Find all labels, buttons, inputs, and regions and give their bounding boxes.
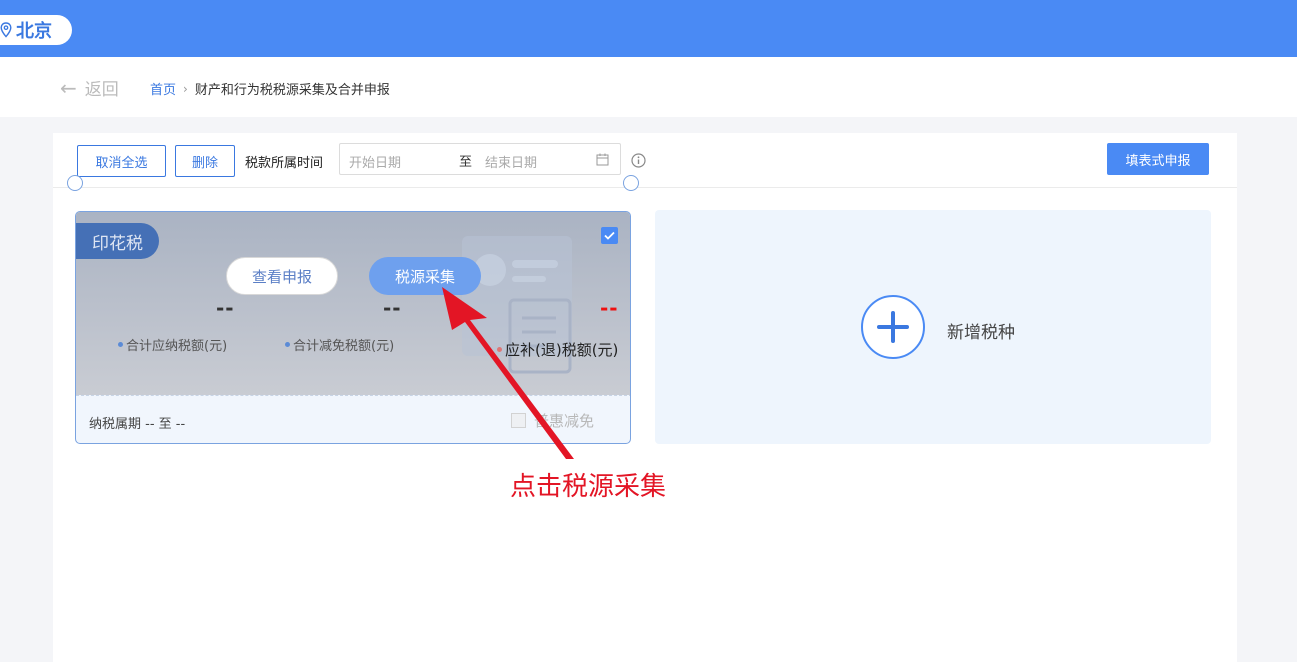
end-date-input[interactable]: 结束日期	[485, 152, 537, 171]
reduction-amount-label: 合计减免税额(元)	[285, 335, 394, 354]
check-icon	[604, 231, 615, 240]
back-button[interactable]: ← 返回	[60, 75, 119, 101]
toolbar: 取消全选 删除 税款所属时间 开始日期 至 结束日期 填表式申报	[53, 133, 1237, 188]
date-range-separator: 至	[459, 155, 473, 170]
location-pin-icon	[0, 22, 12, 38]
tax-card-stamp-duty[interactable]: 印花税 查看申报 税源采集 -- -- -- 合计应纳税额(元) 合计减免税额(…	[75, 211, 631, 444]
nav-bar: ← 返回 首页 › 财产和行为税税源采集及合并申报	[0, 57, 1297, 117]
card-notch-right	[623, 175, 639, 191]
top-bar: 北京	[0, 0, 1297, 57]
card-divider	[76, 395, 630, 396]
add-plus-icon[interactable]	[861, 295, 925, 359]
add-tax-type-label: 新增税种	[947, 323, 1015, 343]
annotation-text: 点击税源采集	[510, 472, 667, 502]
card-select-checkbox[interactable]	[601, 227, 618, 244]
payable-amount-text: 合计应纳税额(元)	[126, 339, 228, 354]
back-arrow-icon: ←	[60, 75, 77, 100]
delete-button[interactable]: 删除	[175, 145, 235, 177]
deselect-all-button[interactable]: 取消全选	[77, 145, 166, 177]
tax-source-collect-button[interactable]: 税源采集	[369, 257, 481, 295]
city-name: 北京	[16, 21, 52, 42]
city-selector[interactable]: 北京	[0, 15, 72, 45]
checkbox-box[interactable]	[511, 413, 526, 428]
bullet-dot-icon	[285, 342, 290, 347]
payable-amount-label: 合计应纳税额(元)	[118, 335, 227, 354]
card-notch-left	[67, 175, 83, 191]
tax-period-label: 税款所属时间	[245, 156, 324, 171]
start-date-input[interactable]: 开始日期	[349, 152, 401, 171]
add-tax-type-card[interactable]: 新增税种	[655, 210, 1211, 444]
tax-period-value: -- 至 --	[145, 417, 186, 432]
breadcrumb-current: 财产和行为税税源采集及合并申报	[194, 83, 390, 98]
tax-period: 纳税属期 -- 至 --	[89, 413, 185, 432]
reduction-amount-text: 合计减免税额(元)	[293, 339, 395, 354]
back-label: 返回	[84, 80, 119, 100]
calendar-icon[interactable]	[596, 153, 609, 166]
breadcrumb: 首页 › 财产和行为税税源采集及合并申报	[150, 79, 390, 99]
reduction-amount-value: --	[383, 296, 402, 320]
refund-amount-value: --	[600, 296, 619, 320]
bullet-dot-icon	[497, 347, 502, 352]
breadcrumb-home[interactable]: 首页	[150, 79, 176, 98]
breadcrumb-chevron-icon: ›	[183, 81, 188, 96]
benefit-reduction-label: 普惠减免	[534, 412, 595, 430]
tax-name-badge: 印花税	[76, 223, 159, 259]
plus-icon	[877, 311, 909, 343]
refund-amount-label: 应补(退)税额(元)	[497, 339, 618, 360]
payable-amount-value: --	[216, 296, 235, 320]
date-range-picker[interactable]: 开始日期 至 结束日期	[339, 143, 621, 175]
view-declaration-button[interactable]: 查看申报	[226, 257, 338, 295]
refund-amount-text: 应补(退)税额(元)	[505, 341, 619, 359]
fill-form-declare-button[interactable]: 填表式申报	[1107, 143, 1209, 175]
tax-period-label: 纳税属期	[89, 417, 142, 432]
info-icon[interactable]	[631, 153, 646, 168]
benefit-reduction-checkbox[interactable]: 普惠减免	[511, 410, 594, 431]
bullet-dot-icon	[118, 342, 123, 347]
